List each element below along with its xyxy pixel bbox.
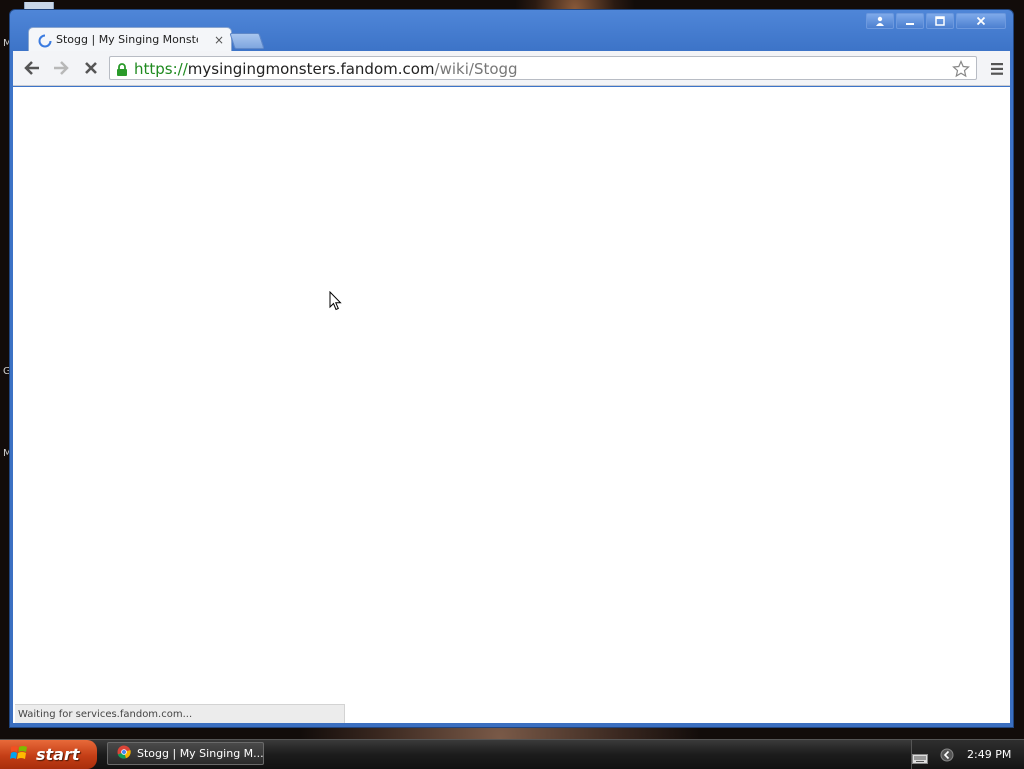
stop-icon[interactable] bbox=[83, 60, 99, 80]
url-scheme: https:// bbox=[134, 60, 188, 78]
taskbar-item-label: Stogg | My Singing M... bbox=[137, 747, 263, 760]
taskbar-item-chrome[interactable]: Stogg | My Singing M... bbox=[107, 742, 264, 765]
tab-title: Stogg | My Singing Monsters bbox=[56, 33, 198, 46]
close-icon[interactable] bbox=[956, 13, 1006, 29]
star-icon[interactable] bbox=[952, 60, 970, 82]
lock-icon[interactable] bbox=[116, 62, 128, 81]
menu-icon[interactable] bbox=[990, 61, 1004, 80]
minimize-icon[interactable] bbox=[896, 13, 924, 29]
browser-window: Stogg | My Singing Monsters × https://my… bbox=[9, 9, 1014, 728]
windows-logo-icon bbox=[10, 744, 28, 766]
keyboard-icon[interactable] bbox=[912, 749, 928, 768]
loading-spinner-icon bbox=[38, 33, 52, 52]
forward-arrow-icon[interactable] bbox=[52, 60, 70, 80]
user-icon[interactable] bbox=[866, 13, 894, 29]
taskbar: start Stogg | My Singing M... 2:49 PM bbox=[0, 739, 1024, 769]
mouse-cursor-icon bbox=[329, 290, 343, 315]
url-domain: mysingingmonsters.fandom.com bbox=[187, 60, 435, 78]
window-controls bbox=[866, 13, 1006, 29]
start-button[interactable]: start bbox=[0, 740, 97, 769]
tab-close-icon[interactable]: × bbox=[214, 33, 224, 47]
new-tab-button[interactable] bbox=[229, 33, 265, 49]
tray-expand-icon[interactable] bbox=[940, 747, 954, 766]
maximize-icon[interactable] bbox=[926, 13, 954, 29]
browser-tab-active[interactable]: Stogg | My Singing Monsters × bbox=[28, 27, 232, 53]
address-bar[interactable]: https://mysingingmonsters.fandom.com/wik… bbox=[109, 56, 977, 80]
system-tray: 2:49 PM bbox=[911, 740, 1024, 769]
back-arrow-icon[interactable] bbox=[23, 60, 41, 80]
chrome-icon bbox=[117, 744, 131, 763]
browser-toolbar: https://mysingingmonsters.fandom.com/wik… bbox=[13, 51, 1010, 86]
page-content[interactable]: Waiting for services.fandom.com... bbox=[13, 87, 1010, 723]
status-bubble: Waiting for services.fandom.com... bbox=[15, 704, 345, 723]
url-text: https://mysingingmonsters.fandom.com/wik… bbox=[134, 60, 518, 78]
clock: 2:49 PM bbox=[967, 748, 1012, 761]
start-label: start bbox=[36, 745, 80, 764]
url-path: /wiki/Stogg bbox=[434, 60, 518, 78]
